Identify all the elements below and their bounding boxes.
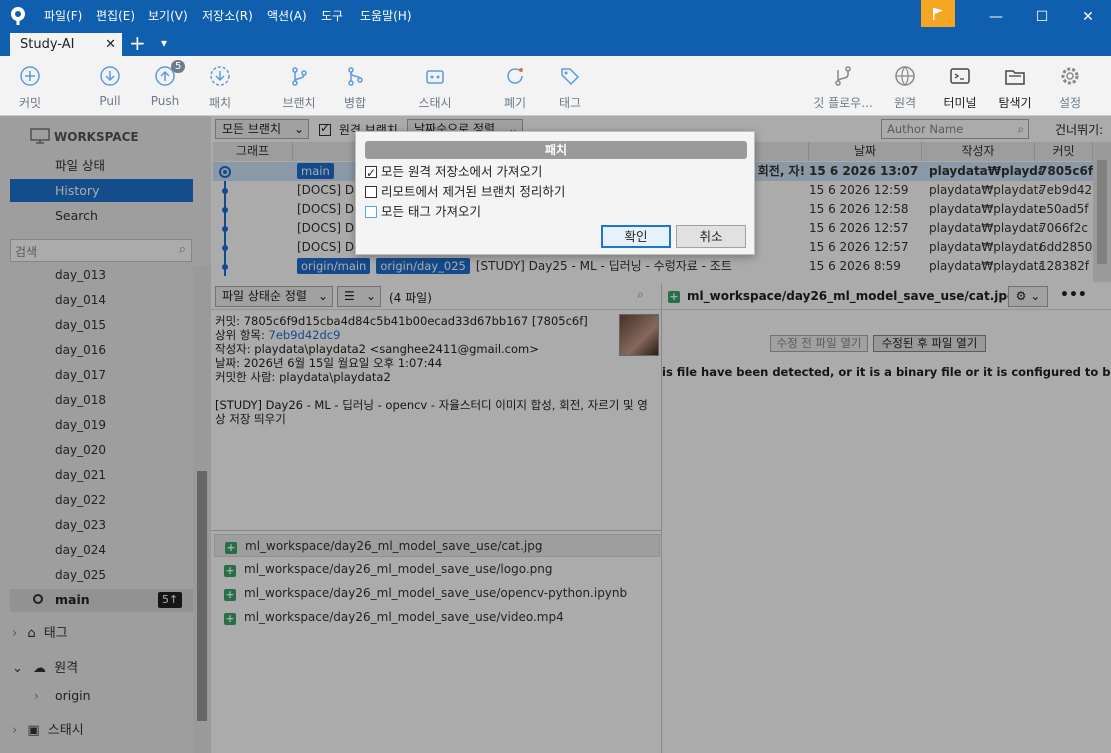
pull-icon (98, 64, 122, 88)
flag-button[interactable] (921, 0, 955, 27)
commit-label: 커밋 (18, 96, 42, 110)
menu-file[interactable]: 파일(F) (44, 0, 82, 33)
prune-branches-label: 리모트에서 제거된 브랜치 정리하기 (381, 184, 566, 199)
stash-button[interactable]: 스태시 (405, 64, 465, 111)
git-flow-button[interactable]: 깃 플로우... (808, 64, 878, 111)
discard-icon (503, 64, 527, 88)
remote-button[interactable]: 원격 (875, 64, 935, 111)
flag-icon (933, 7, 943, 20)
fetch-all-remotes-checkbox[interactable]: 모든 원격 저장소에서 가져오기 (365, 162, 543, 183)
stash-label: 스태시 (418, 96, 452, 110)
settings-label: 설정 (1058, 96, 1082, 110)
menu-action[interactable]: 액션(A) (267, 0, 307, 33)
fetch-all-tags-checkbox[interactable]: 모든 태그 가져오기 (365, 202, 481, 222)
fetch-all-remotes-label: 모든 원격 저장소에서 가져오기 (381, 164, 543, 179)
title-bar: 파일(F) 편집(E) 보기(V) 저장소(R) 액션(A) 도구 도움말(H)… (0, 0, 1111, 33)
push-button[interactable]: 5 Push (135, 60, 195, 108)
fetch-button[interactable]: 패치 (190, 64, 250, 111)
globe-icon (893, 64, 917, 88)
remote-label: 원격 (893, 96, 917, 110)
fetch-label: 패치 (208, 96, 232, 110)
add-tab-button[interactable]: + (129, 31, 146, 55)
dialog-title: 패치 (365, 141, 747, 159)
pull-label: Pull (99, 94, 121, 108)
ok-button[interactable]: 확인 (601, 225, 671, 248)
fetch-dialog: 패치 모든 원격 저장소에서 가져오기 리모트에서 제거된 브랜치 정리하기 모… (355, 131, 755, 255)
branch-label: 브랜치 (282, 96, 316, 110)
discard-button[interactable]: 폐기 (485, 64, 545, 111)
tag-label: 태그 (558, 96, 582, 110)
explorer-button[interactable]: 탐색기 (985, 64, 1045, 111)
commit-button[interactable]: 커밋 (0, 64, 60, 111)
toolbar: 커밋 Pull 5 Push 패치 브랜치 병합 스태시 폐기 태그 깃 플로우… (0, 56, 1111, 116)
tab-dropdown-button[interactable]: ▾ (161, 36, 167, 50)
fetch-icon (208, 64, 232, 88)
minimize-button[interactable]: — (973, 0, 1019, 33)
gear-icon (1058, 64, 1082, 88)
merge-label: 병합 (343, 96, 367, 110)
stash-icon (423, 64, 447, 88)
pull-button[interactable]: Pull (80, 64, 140, 108)
explorer-label: 탐색기 (998, 96, 1032, 110)
checkbox-box (365, 163, 377, 183)
terminal-label: 터미널 (943, 96, 977, 110)
merge-button[interactable]: 병합 (325, 64, 385, 111)
branch-icon (287, 64, 311, 88)
menu-repository[interactable]: 저장소(R) (202, 0, 253, 33)
menu-view[interactable]: 보기(V) (148, 0, 188, 33)
tag-icon (558, 64, 582, 88)
prune-branches-checkbox[interactable]: 리모트에서 제거된 브랜치 정리하기 (365, 182, 565, 202)
close-window-button[interactable]: ✕ (1065, 0, 1111, 33)
branch-button[interactable]: 브랜치 (269, 64, 329, 111)
merge-icon (343, 64, 367, 88)
push-icon: 5 (153, 60, 186, 88)
git-flow-icon (831, 64, 855, 88)
settings-button[interactable]: 설정 (1040, 64, 1100, 111)
tag-button[interactable]: 태그 (540, 64, 600, 111)
fetch-all-tags-label: 모든 태그 가져오기 (381, 204, 481, 219)
plus-circle-icon (18, 64, 42, 88)
menu-help[interactable]: 도움말(H) (360, 0, 412, 33)
cancel-button[interactable]: 취소 (676, 225, 746, 248)
terminal-icon (948, 64, 972, 88)
maximize-button[interactable]: ☐ (1019, 0, 1065, 33)
checkbox-box (365, 186, 377, 198)
folder-icon (1003, 64, 1027, 88)
checkbox-box (365, 206, 377, 218)
close-tab-icon[interactable]: ✕ (105, 33, 116, 56)
app-logo-icon (8, 6, 28, 26)
push-badge: 5 (171, 60, 186, 73)
tab-study-ai[interactable]: Study-AI ✕ (10, 33, 122, 56)
discard-label: 폐기 (503, 96, 527, 110)
tab-label: Study-AI (20, 37, 75, 52)
menu-edit[interactable]: 편집(E) (96, 0, 135, 33)
menu-tools[interactable]: 도구 (321, 0, 343, 33)
tab-bar: Study-AI ✕ + ▾ (0, 31, 1111, 56)
push-label: Push (150, 94, 180, 108)
git-flow-label: 깃 플로우... (813, 96, 873, 110)
terminal-button[interactable]: 터미널 (930, 64, 990, 111)
